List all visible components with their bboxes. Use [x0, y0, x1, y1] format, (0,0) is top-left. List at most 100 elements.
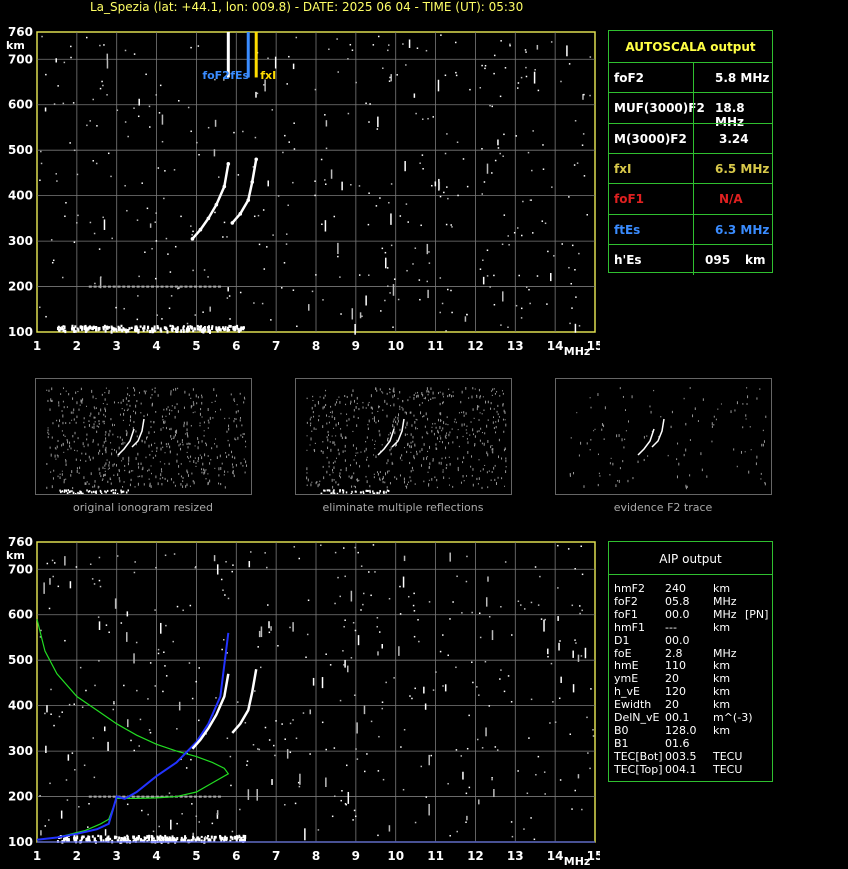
x-tick-label: 14 — [547, 339, 564, 353]
thumb-dot — [58, 404, 60, 407]
thumb-echo — [100, 490, 102, 493]
thumb-dot — [700, 452, 702, 456]
thumb-dot — [160, 441, 162, 445]
noise-dot — [589, 94, 591, 97]
thumb-dot — [171, 438, 173, 440]
noise-dot — [71, 752, 74, 754]
noise-dot — [148, 105, 151, 108]
noise-dot — [311, 290, 314, 293]
echo-dot — [139, 325, 142, 328]
thumb-dot — [51, 399, 53, 403]
noise-dot — [68, 703, 71, 706]
echo-dot — [115, 329, 118, 333]
thumb-dot — [125, 429, 127, 432]
thumb-dot — [332, 441, 334, 444]
thumb-dot — [164, 422, 166, 424]
thumb-dot — [474, 443, 476, 446]
aip-value: 128.0 — [665, 723, 697, 737]
thumb-dot — [689, 439, 691, 441]
noise-dot — [239, 808, 241, 811]
thumb-echo — [320, 492, 323, 494]
x-tick-label: 7 — [272, 849, 280, 863]
thumb-dot — [463, 423, 465, 426]
noise-dot — [384, 257, 387, 269]
thumb-dot — [463, 479, 465, 482]
noise-dot — [124, 49, 127, 52]
thumb-dot — [734, 409, 736, 412]
noise-dot — [155, 240, 158, 242]
thumb-dot — [436, 478, 438, 482]
noise-dot — [478, 694, 480, 696]
noise-dot — [455, 749, 458, 751]
thumb-dot — [492, 416, 494, 419]
thumb-dot — [426, 456, 428, 458]
noise-dot — [449, 552, 451, 562]
noise-dot — [211, 822, 214, 825]
x-tick-label: 2 — [73, 849, 81, 863]
noise-dot — [513, 231, 516, 234]
y-tick-label: 760 — [8, 535, 33, 549]
thumb-dot — [112, 433, 114, 436]
noise-dot — [500, 40, 502, 42]
noise-dot — [186, 322, 189, 325]
thumb-dot — [333, 466, 335, 469]
thumb-dot — [365, 475, 367, 478]
noise-dot — [270, 319, 272, 321]
noise-dot — [259, 666, 262, 669]
thumb-dot — [85, 452, 87, 455]
f2-trace-0 — [191, 163, 230, 240]
noise-dot — [196, 141, 198, 144]
thumb-dot — [491, 445, 493, 447]
thumb-dot — [134, 388, 136, 392]
thumb-dot — [165, 415, 167, 417]
thumb-echo — [91, 491, 93, 494]
noise-dot — [50, 688, 52, 691]
noise-dot — [154, 609, 156, 611]
band-dot — [217, 795, 221, 798]
thumb-dot — [501, 457, 503, 460]
thumb-dot — [419, 403, 421, 407]
x-tick-label: 12 — [467, 849, 484, 863]
thumb-dot — [472, 468, 474, 471]
thumb-dot — [736, 465, 738, 468]
echo-dot — [174, 327, 177, 330]
noise-dot — [60, 810, 63, 819]
thumb-echo — [378, 492, 380, 494]
thumb-dot — [137, 462, 139, 466]
echo-dot — [217, 326, 220, 330]
thumb-dot — [375, 387, 377, 390]
noise-dot — [198, 153, 200, 156]
echo-dot — [193, 327, 196, 331]
echo-dot — [137, 328, 140, 332]
noise-dot — [366, 753, 368, 755]
aip-row-fof2: foF2 05.8 MHz — [609, 595, 772, 608]
thumb-dot — [103, 422, 105, 425]
thumb-dot — [493, 388, 495, 390]
thumb-dot — [744, 451, 746, 453]
thumb-dot — [228, 427, 230, 431]
thumb-dot — [441, 457, 443, 460]
thumbnail-original-ionogram — [35, 378, 252, 495]
thumb-dot — [457, 429, 459, 431]
thumb-dot — [104, 392, 106, 394]
thumb-dot — [107, 480, 109, 483]
noise-speckles — [39, 34, 592, 335]
thumb-dot — [96, 425, 98, 427]
thumb-dot — [99, 472, 101, 475]
noise-dot — [442, 685, 444, 687]
noise-dot — [443, 191, 445, 194]
thumb-dot — [66, 406, 68, 408]
thumb-dot — [149, 453, 151, 456]
thumb-dot — [448, 442, 450, 445]
noise-dot — [496, 749, 499, 751]
thumb-dot — [166, 445, 168, 448]
thumb-dot — [763, 440, 765, 443]
noise-dot — [160, 622, 162, 634]
thumb-dot — [101, 453, 103, 455]
thumb-dot — [355, 461, 357, 465]
noise-dot — [159, 84, 162, 87]
thumb-dot — [627, 479, 629, 483]
noise-dot — [344, 575, 346, 578]
noise-dot — [382, 778, 385, 781]
noise-dot — [299, 773, 301, 785]
